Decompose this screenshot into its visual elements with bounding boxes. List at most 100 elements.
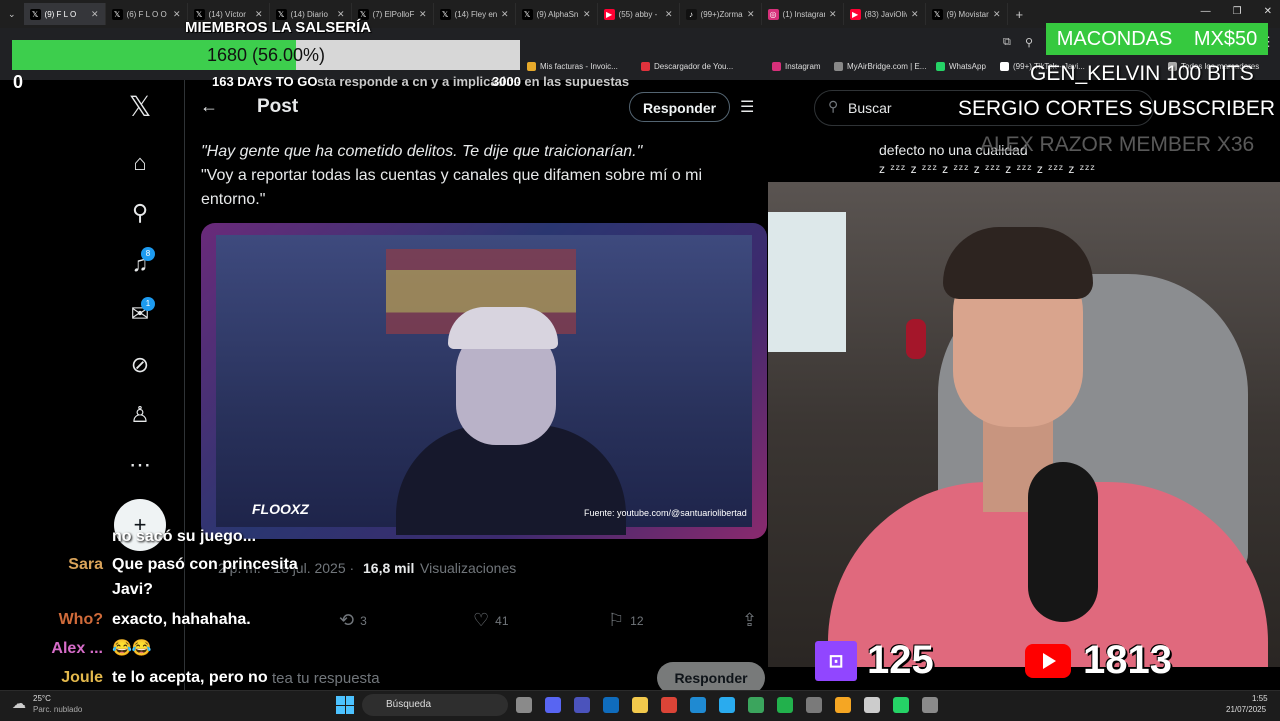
browser-icon[interactable]: [748, 697, 764, 713]
bookmark-label: Instagram: [785, 62, 821, 71]
more-icon[interactable]: ⋯: [126, 451, 154, 479]
tab-close-icon[interactable]: ✕: [501, 9, 509, 20]
bookmark-icon: [527, 62, 536, 71]
weather-icon[interactable]: ☁: [12, 695, 26, 712]
tab-close-icon[interactable]: ✕: [665, 9, 673, 20]
post-views-count: 16,8 mil: [363, 560, 415, 576]
tab-close-icon[interactable]: ✕: [419, 9, 427, 20]
task-view-icon[interactable]: [516, 697, 532, 713]
tab-close-icon[interactable]: ✕: [173, 9, 181, 20]
tiktok-icon: ♪: [685, 8, 697, 20]
bookmark-icon: [641, 62, 650, 71]
browser-tab-title: (6) F L O O: [126, 9, 167, 19]
app-icon[interactable]: [835, 697, 851, 713]
home-icon[interactable]: ⌂: [126, 149, 154, 177]
tab-close-icon[interactable]: ✕: [91, 9, 99, 20]
bookmark-action[interactable]: ⚐ 12: [608, 610, 644, 631]
maximize-icon[interactable]: ❐: [1233, 6, 1242, 17]
bookmark-item[interactable]: Mis facturas - Invoic...: [527, 62, 618, 71]
browser-tab[interactable]: 𝕏 (9) AlphaSn ✕: [516, 3, 598, 25]
tab-close-icon[interactable]: ✕: [829, 9, 837, 20]
browser-tab[interactable]: 𝕏 (9) F L O ✕: [23, 3, 106, 25]
chat-username: Joule: [61, 669, 103, 686]
goal-progress-bar: 1680 (56.00%): [12, 40, 520, 70]
steam-icon[interactable]: [806, 697, 822, 713]
tweet-media-video[interactable]: FLOOXZ Fuente: youtube.com/@santuariolib…: [201, 223, 767, 539]
browser-tab-title: (14) Fley en: [454, 9, 497, 19]
browser-tab-title: (1) Instagram: [782, 9, 825, 19]
x-icon: 𝕏: [193, 8, 205, 20]
whatsapp-icon[interactable]: [893, 697, 909, 713]
cast-icon[interactable]: ⧉: [1003, 36, 1011, 49]
weather-description: Parc. nublado: [33, 705, 83, 714]
bookmark-item[interactable]: MyAirBridge.com | E...: [834, 62, 926, 71]
retweet-count: 3: [360, 613, 367, 628]
like-action[interactable]: ♡ 41: [473, 610, 509, 631]
edge-icon[interactable]: [690, 697, 706, 713]
sliders-icon[interactable]: ☰: [740, 97, 754, 117]
alert-ticker-subscriber: SERGIO CORTES SUBSCRIBER: [958, 97, 1276, 120]
browser-tab[interactable]: 𝕏 (14) Fley en ✕: [434, 3, 516, 25]
tab-close-icon[interactable]: ✕: [911, 9, 919, 20]
video-frame: FLOOXZ Fuente: youtube.com/@santuariolib…: [216, 235, 752, 535]
tab-close-icon[interactable]: ✕: [583, 9, 591, 20]
tab-close-icon[interactable]: ✕: [337, 9, 345, 20]
close-window-icon[interactable]: ✕: [1264, 6, 1272, 17]
zoom-icon[interactable]: ⚲: [1025, 36, 1033, 49]
goal-progress-text: 1680 (56.00%): [206, 45, 326, 65]
bookmark-item[interactable]: Descargador de You...: [641, 62, 733, 71]
tweet-text-line-3: entorno.": [201, 191, 266, 208]
browser-tab[interactable]: 𝕏 (9) Movistar ✕: [926, 3, 1008, 25]
browser-tab-title: (7) ElPolloF: [372, 9, 415, 19]
goal-days-left: 163 DAYS TO GO: [212, 74, 318, 89]
chat-text: exacto, hahahaha.: [112, 611, 251, 628]
post-views-label: Visualizaciones: [420, 560, 517, 576]
grok-icon[interactable]: ⊘: [126, 351, 154, 379]
minimize-icon[interactable]: —: [1201, 6, 1211, 17]
browser-tab[interactable]: ♪ (99+)Zorman ✕: [680, 3, 762, 25]
teams-icon[interactable]: [574, 697, 590, 713]
twitch-viewers: 125: [867, 638, 934, 682]
chat-text: Que pasó con princesita Javi?: [112, 556, 298, 598]
bookmark-item[interactable]: WhatsApp: [936, 62, 986, 71]
app-icon[interactable]: [864, 697, 880, 713]
retweet-action[interactable]: ⟲ 3: [339, 610, 367, 631]
browser-tab[interactable]: ▶ (55) abby - ✕: [598, 3, 680, 25]
x-icon: 𝕏: [275, 8, 287, 20]
reply-button-top[interactable]: Responder: [629, 92, 730, 122]
tab-menu-icon[interactable]: ⌄: [8, 9, 16, 20]
taskbar-search[interactable]: Búsqueda: [362, 694, 508, 716]
donation-alert-donor: MACONDAS: [1056, 27, 1173, 50]
share-action[interactable]: ⇪: [742, 610, 757, 631]
x-logo-icon[interactable]: 𝕏: [126, 93, 154, 121]
app-icon[interactable]: [777, 697, 793, 713]
browser-tab[interactable]: ◎(1) Instagram ✕: [762, 3, 844, 25]
outlook-icon[interactable]: [603, 697, 619, 713]
bookmark-item[interactable]: Instagram: [772, 62, 821, 71]
chrome-icon[interactable]: [661, 697, 677, 713]
twitch-icon: ⊡: [815, 640, 857, 681]
donation-alert: MACONDAS MX$50: [1046, 23, 1268, 55]
file-explorer-icon[interactable]: [632, 697, 648, 713]
browser-tab[interactable]: 𝕏 (6) F L O O ✕: [106, 3, 188, 25]
windows-start-icon[interactable]: [336, 696, 354, 714]
browser-tab[interactable]: ▶ (83) JaviOliv ✕: [844, 3, 926, 25]
new-tab-button[interactable]: +: [1016, 7, 1024, 22]
tab-close-icon[interactable]: ✕: [255, 9, 263, 20]
discord-icon[interactable]: [545, 697, 561, 713]
tab-close-icon[interactable]: ✕: [747, 9, 755, 20]
x-icon: 𝕏: [111, 8, 123, 20]
x-icon: 𝕏: [29, 8, 41, 20]
profile-icon[interactable]: ♙: [126, 401, 154, 429]
telegram-icon[interactable]: [719, 697, 735, 713]
app-icon[interactable]: [922, 697, 938, 713]
back-arrow-icon[interactable]: ←: [200, 96, 218, 117]
browser-tab-title: (9) Movistar: [946, 9, 989, 19]
bookmark-label: Mis facturas - Invoic...: [540, 62, 618, 71]
youtube-icon: [1025, 643, 1071, 678]
search-nav-icon[interactable]: ⚲: [126, 199, 154, 227]
like-count: 41: [495, 613, 509, 628]
heart-icon: ♡: [473, 610, 490, 630]
chat-username: Who?: [58, 611, 103, 628]
tab-close-icon[interactable]: ✕: [993, 9, 1001, 20]
